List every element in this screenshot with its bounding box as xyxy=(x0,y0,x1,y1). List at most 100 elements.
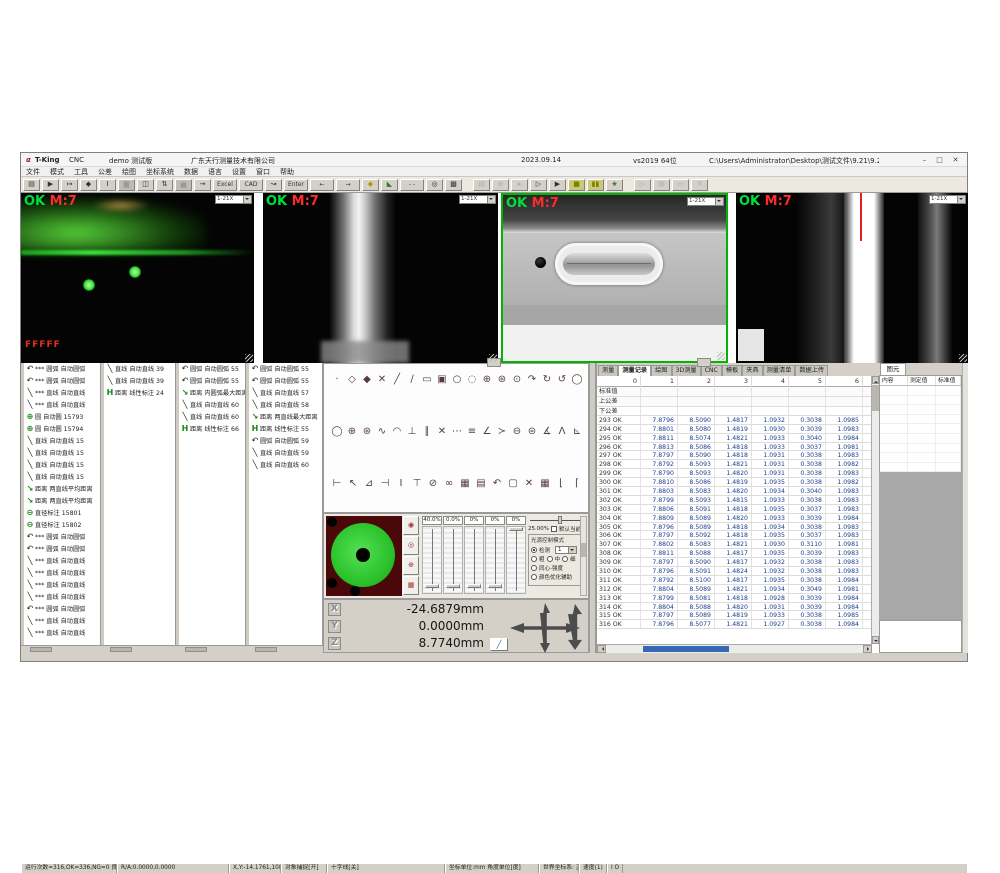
toolbar-button[interactable]: ▅ xyxy=(175,179,192,191)
chevron-down-icon[interactable] xyxy=(715,198,723,205)
table-row[interactable]: 301 OK 7.8803 8.5083 1.4820 1.0934 0.304… xyxy=(597,487,879,496)
element-row[interactable] xyxy=(880,444,961,454)
record-tab[interactable]: 夹具 xyxy=(742,365,762,376)
table-hscrollbar[interactable] xyxy=(597,644,872,653)
menu-item[interactable]: 设置 xyxy=(227,167,251,176)
feature-list-item[interactable]: ╲*** 直线 自动直线 xyxy=(21,387,100,399)
table-row[interactable]: 302 OK 7.8799 8.5093 1.4815 1.0933 0.303… xyxy=(597,496,879,505)
chevron-down-icon[interactable] xyxy=(568,547,576,553)
table-row[interactable]: 299 OK 7.8790 8.5093 1.4820 1.0931 0.303… xyxy=(597,469,879,478)
toolbar-button[interactable]: → xyxy=(194,179,211,191)
table-row[interactable]: 305 OK 7.8796 8.5089 1.4818 1.0934 0.303… xyxy=(597,523,879,532)
toolbar-button[interactable]: ▷ xyxy=(530,179,547,191)
table-row[interactable]: 315 OK 7.8797 8.5089 1.4819 1.0933 0.303… xyxy=(597,611,879,620)
table-row[interactable]: 311 OK 7.8792 8.5100 1.4817 1.0935 0.303… xyxy=(597,576,879,585)
tool-icon[interactable]: ⊿ xyxy=(362,476,376,494)
feature-list-item[interactable]: ↶*** 圆弧 自动圆弧 xyxy=(21,531,100,543)
feature-list-item[interactable]: ↶*** 圆弧 自动圆弧 xyxy=(21,363,100,375)
list-scrollbar[interactable] xyxy=(101,645,176,653)
column-header[interactable]: 4 xyxy=(752,376,789,387)
menu-item[interactable]: 文件 xyxy=(21,167,45,176)
toolbar-button[interactable]: ↦ xyxy=(61,179,78,191)
master-light-slider[interactable] xyxy=(528,516,582,524)
toolbar-button[interactable]: ◎ xyxy=(426,179,443,191)
tool-icon[interactable]: ◯ xyxy=(570,372,584,390)
tool-icon[interactable]: ∕ xyxy=(405,372,419,390)
y-axis-button[interactable]: Y xyxy=(328,620,341,633)
feature-list-item[interactable]: ╲*** 直线 自动直线 xyxy=(21,591,100,603)
feature-list-item[interactable]: ⊖直径标注 15801 xyxy=(21,507,100,519)
light-slider-thumb[interactable] xyxy=(488,584,502,588)
toolbar-button[interactable] xyxy=(464,179,471,191)
column-header[interactable]: 5 xyxy=(789,376,826,387)
ring-light-preview[interactable] xyxy=(326,516,402,596)
light-mode-button[interactable]: ◎ xyxy=(403,536,419,555)
feature-list-item[interactable]: H距离 线性标注 55 xyxy=(246,423,322,435)
toolbar-button[interactable]: ↝ xyxy=(265,179,282,191)
light-slider-thumb[interactable] xyxy=(425,584,439,588)
feature-list-item[interactable]: ╲直线 自动直线 39 xyxy=(101,375,175,387)
feature-list-item[interactable]: ╲*** 直线 自动直线 xyxy=(21,555,100,567)
splitter-handle[interactable] xyxy=(697,358,711,367)
column-header[interactable]: 2 xyxy=(678,376,715,387)
feature-list-item[interactable]: ╲直线 自动直线 15 xyxy=(21,459,100,471)
tool-icon[interactable]: ⌊ xyxy=(554,476,568,494)
magnification-select[interactable]: 1-21X xyxy=(215,195,252,204)
tool-icon[interactable]: ⊾ xyxy=(570,424,584,442)
toolbar-button[interactable]: ▤ xyxy=(653,179,670,191)
x-axis-button[interactable]: X xyxy=(328,603,341,616)
feature-list-item[interactable]: ╲直线 自动直线 57 xyxy=(246,387,322,399)
list-scrollbar[interactable] xyxy=(246,645,323,653)
light-slider[interactable]: 40.0% xyxy=(422,516,442,594)
table-vscrollbar[interactable] xyxy=(871,376,879,644)
tool-icon[interactable]: ⊣ xyxy=(378,476,392,494)
tool-icon[interactable]: ✕ xyxy=(522,476,536,494)
camera-view-1[interactable]: OK M:7 1-21X FFFFF xyxy=(21,193,254,363)
tool-icon[interactable]: ⊕ xyxy=(480,372,494,390)
tool-icon[interactable]: ⌈ xyxy=(570,476,584,494)
toolbar-button[interactable]: ▤ xyxy=(23,179,40,191)
tool-icon[interactable]: ⊤ xyxy=(410,476,424,494)
default-mode-checkbox[interactable] xyxy=(551,526,557,532)
toolbar-button[interactable]: I xyxy=(99,179,116,191)
toolbar-button[interactable]: ▷ xyxy=(634,179,651,191)
feature-list-item[interactable]: ↶*** 圆弧 自动圆弧 xyxy=(21,375,100,387)
table-row[interactable]: 308 OK 7.8811 8.5088 1.4817 1.0935 0.303… xyxy=(597,549,879,558)
light-slider-track[interactable] xyxy=(422,526,442,594)
table-row[interactable]: 296 OK 7.8813 8.5086 1.4818 1.0933 0.303… xyxy=(597,443,879,452)
table-row[interactable]: 下公差 xyxy=(597,407,879,416)
column-header[interactable]: 3 xyxy=(715,376,752,387)
tool-icon[interactable]: ⊥ xyxy=(405,424,419,442)
tool-icon[interactable]: ○ xyxy=(450,372,464,390)
magnification-select[interactable]: 1-21X xyxy=(929,195,966,204)
tool-icon[interactable]: I xyxy=(394,476,408,494)
light-mode-button[interactable]: ⊕ xyxy=(403,556,419,575)
tool-icon[interactable]: ∠ xyxy=(480,424,494,442)
tool-icon[interactable]: ↶ xyxy=(490,476,504,494)
menu-item[interactable]: 帮助 xyxy=(275,167,299,176)
chevron-down-icon[interactable] xyxy=(957,196,965,203)
hscroll-thumb[interactable] xyxy=(643,646,729,652)
level-radio[interactable] xyxy=(562,556,568,562)
toolbar-button[interactable]: ◆ xyxy=(80,179,97,191)
tool-icon[interactable]: ≻ xyxy=(495,424,509,442)
toolbar-button[interactable]: ← xyxy=(310,179,334,191)
light-mode-button[interactable]: ▦ xyxy=(403,576,419,595)
feature-list-item[interactable]: ↘距离 两直线最大距离 xyxy=(246,411,322,423)
level-radio[interactable] xyxy=(547,556,553,562)
feature-list-item[interactable]: ╲直线 自动直线 60 xyxy=(176,399,245,411)
light-slider[interactable]: 0% xyxy=(485,516,505,594)
toolbar-button[interactable]: - - xyxy=(400,179,424,191)
light-slider-track[interactable] xyxy=(464,526,484,594)
tool-icon[interactable]: ↺ xyxy=(555,372,569,390)
feature-list-item[interactable]: ╲直线 自动直线 60 xyxy=(176,411,245,423)
toolbar-button[interactable] xyxy=(625,179,632,191)
tool-icon[interactable]: ↻ xyxy=(540,372,554,390)
element-row[interactable] xyxy=(880,415,961,425)
tool-icon[interactable]: ▦ xyxy=(538,476,552,494)
light-panel-scrollbar[interactable] xyxy=(580,516,587,596)
close-button[interactable]: ✕ xyxy=(949,156,962,164)
option-radio[interactable] xyxy=(531,565,537,571)
tool-icon[interactable]: ≡ xyxy=(465,424,479,442)
element-tab[interactable]: 图元 xyxy=(880,363,906,375)
